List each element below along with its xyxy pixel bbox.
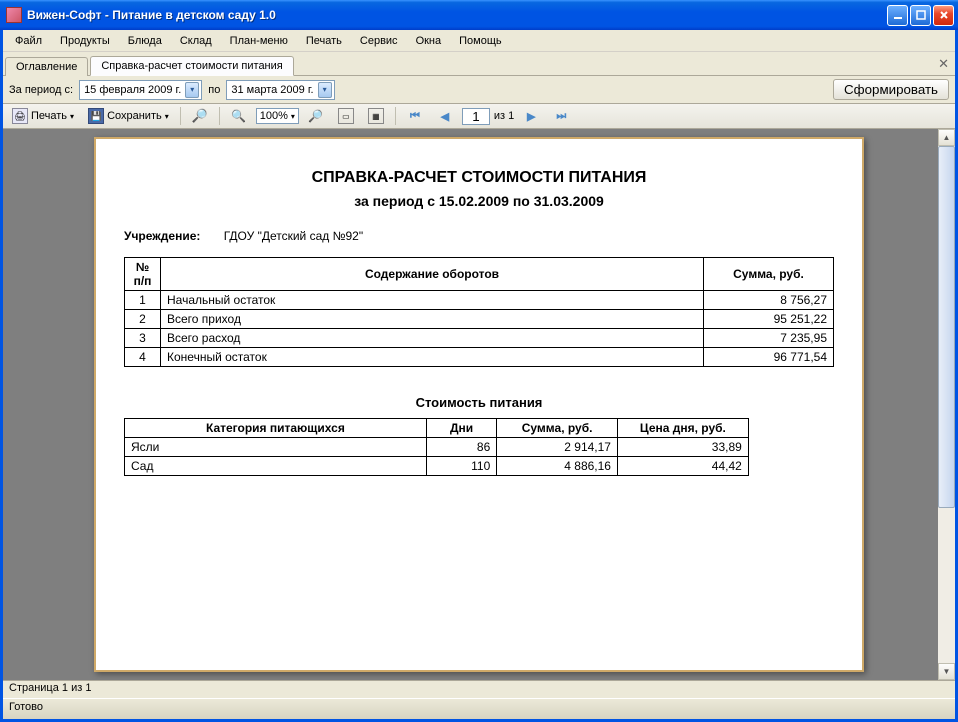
- form-button[interactable]: Сформировать: [833, 79, 949, 100]
- col-header-sum: Сумма, руб.: [497, 419, 618, 438]
- save-button[interactable]: 💾 Сохранить ▾: [83, 105, 174, 127]
- menu-products[interactable]: Продукты: [52, 33, 118, 49]
- date-from-value: 15 февраля 2009 г.: [84, 84, 181, 96]
- tabbar: Оглавление Справка-расчет стоимости пита…: [3, 52, 955, 76]
- date-to-input[interactable]: 31 марта 2009 г. ▾: [226, 80, 334, 100]
- binoculars-icon: 🔎: [192, 108, 208, 124]
- table-row: 4Конечный остаток96 771,54: [125, 348, 834, 367]
- first-page-button[interactable]: ⏮: [402, 105, 428, 127]
- prev-page-button[interactable]: ◀: [432, 105, 458, 127]
- institution-label: Учреждение:: [124, 229, 200, 243]
- col-header-category: Категория питающихся: [125, 419, 427, 438]
- period-label: За период с:: [9, 84, 73, 96]
- zoom-out-button[interactable]: 🔍: [226, 105, 252, 127]
- institution-row: Учреждение: ГДОУ "Детский сад №92": [124, 229, 834, 243]
- tab-contents-label: Оглавление: [16, 61, 77, 73]
- separator: [395, 107, 396, 125]
- table-row: 3Всего расход7 235,95: [125, 329, 834, 348]
- table-row: Сад1104 886,1644,42: [125, 457, 749, 476]
- tab-contents[interactable]: Оглавление: [5, 57, 88, 76]
- window-title: Вижен-Софт - Питание в детском саду 1.0: [27, 8, 887, 22]
- page-status-bar: Страница 1 из 1: [3, 680, 955, 698]
- thumbnails-icon: ▦: [368, 108, 384, 124]
- status-bar: Готово: [3, 698, 955, 719]
- subsection-title: Стоимость питания: [124, 395, 834, 410]
- save-label: Сохранить: [107, 110, 162, 122]
- col-header-days: Дни: [426, 419, 496, 438]
- scroll-thumb[interactable]: [938, 146, 955, 508]
- menu-stock[interactable]: Склад: [172, 33, 220, 49]
- dropdown-icon[interactable]: ▾: [185, 82, 199, 98]
- titlebar: Вижен-Софт - Питание в детском саду 1.0: [0, 0, 958, 30]
- last-page-button[interactable]: ⏭: [548, 105, 574, 127]
- separator: [180, 107, 181, 125]
- zoom-value: 100%: [260, 110, 288, 122]
- maximize-button[interactable]: [910, 5, 931, 26]
- filter-bar: За период с: 15 февраля 2009 г. ▾ по 31 …: [3, 76, 955, 104]
- fit-page-button[interactable]: ▭: [333, 105, 359, 127]
- zoom-input[interactable]: 100% ▾: [256, 108, 299, 124]
- menu-file[interactable]: Файл: [7, 33, 50, 49]
- last-page-icon: ⏭: [553, 108, 569, 124]
- date-to-value: 31 марта 2009 г.: [231, 84, 313, 96]
- table-row: 2Всего приход95 251,22: [125, 310, 834, 329]
- next-page-button[interactable]: ▶: [518, 105, 544, 127]
- col-header-desc: Содержание оборотов: [161, 258, 704, 291]
- to-label: по: [208, 84, 220, 96]
- fit-page-icon: ▭: [338, 108, 354, 124]
- date-from-input[interactable]: 15 февраля 2009 г. ▾: [79, 80, 202, 100]
- menubar: Файл Продукты Блюда Склад План-меню Печа…: [3, 30, 955, 52]
- find-button[interactable]: 🔎: [187, 105, 213, 127]
- zoom-in-icon: 🔎: [308, 108, 324, 124]
- printer-icon: 🖨: [12, 108, 28, 124]
- dropdown-arrow-icon: ▾: [70, 112, 74, 121]
- dropdown-icon[interactable]: ▾: [318, 82, 332, 98]
- scroll-up-button[interactable]: ▲: [938, 129, 955, 146]
- dropdown-arrow-icon: ▾: [165, 112, 169, 121]
- menu-help[interactable]: Помощь: [451, 33, 510, 49]
- print-label: Печать: [31, 110, 67, 122]
- menu-print[interactable]: Печать: [298, 33, 350, 49]
- tab-report-label: Справка-расчет стоимости питания: [101, 60, 282, 72]
- institution-value: ГДОУ "Детский сад №92": [224, 229, 363, 243]
- minimize-button[interactable]: [887, 5, 908, 26]
- report-toolbar: 🖨 Печать ▾ 💾 Сохранить ▾ 🔎 🔍 100% ▾ 🔎 ▭ …: [3, 104, 955, 129]
- page-of-label: из 1: [494, 110, 514, 122]
- page-status: Страница 1 из 1: [9, 682, 91, 694]
- next-page-icon: ▶: [523, 108, 539, 124]
- page-input[interactable]: [462, 108, 490, 125]
- cost-table: Категория питающихся Дни Сумма, руб. Цен…: [124, 418, 749, 476]
- menu-dishes[interactable]: Блюда: [120, 33, 170, 49]
- scroll-track[interactable]: [938, 146, 955, 663]
- tab-close-icon[interactable]: ✕: [938, 56, 949, 72]
- menu-windows[interactable]: Окна: [408, 33, 450, 49]
- report-subtitle: за период с 15.02.2009 по 31.03.2009: [124, 193, 834, 209]
- col-header-price: Цена дня, руб.: [617, 419, 748, 438]
- report-title: СПРАВКА-РАСЧЕТ СТОИМОСТИ ПИТАНИЯ: [124, 169, 834, 187]
- close-button[interactable]: [933, 5, 954, 26]
- ready-status: Готово: [9, 701, 43, 713]
- dropdown-arrow-icon: ▾: [291, 112, 295, 121]
- menu-plan[interactable]: План-меню: [222, 33, 296, 49]
- save-icon: 💾: [88, 108, 104, 124]
- separator: [219, 107, 220, 125]
- turnover-table: № п/п Содержание оборотов Сумма, руб. 1Н…: [124, 257, 834, 367]
- zoom-out-icon: 🔍: [231, 108, 247, 124]
- thumbnails-button[interactable]: ▦: [363, 105, 389, 127]
- vertical-scrollbar[interactable]: ▲ ▼: [938, 129, 955, 680]
- scroll-down-button[interactable]: ▼: [938, 663, 955, 680]
- app-icon: [6, 7, 22, 23]
- report-area: СПРАВКА-РАСЧЕТ СТОИМОСТИ ПИТАНИЯ за пери…: [3, 129, 955, 680]
- table-row: Ясли862 914,1733,89: [125, 438, 749, 457]
- menu-service[interactable]: Сервис: [352, 33, 406, 49]
- report-page: СПРАВКА-РАСЧЕТ СТОИМОСТИ ПИТАНИЯ за пери…: [94, 137, 864, 672]
- print-button[interactable]: 🖨 Печать ▾: [7, 105, 79, 127]
- zoom-in-button[interactable]: 🔎: [303, 105, 329, 127]
- prev-page-icon: ◀: [437, 108, 453, 124]
- col-header-num: № п/п: [125, 258, 161, 291]
- tab-report[interactable]: Справка-расчет стоимости питания: [90, 56, 293, 76]
- first-page-icon: ⏮: [407, 108, 423, 124]
- col-header-sum: Сумма, руб.: [704, 258, 834, 291]
- table-row: 1Начальный остаток8 756,27: [125, 291, 834, 310]
